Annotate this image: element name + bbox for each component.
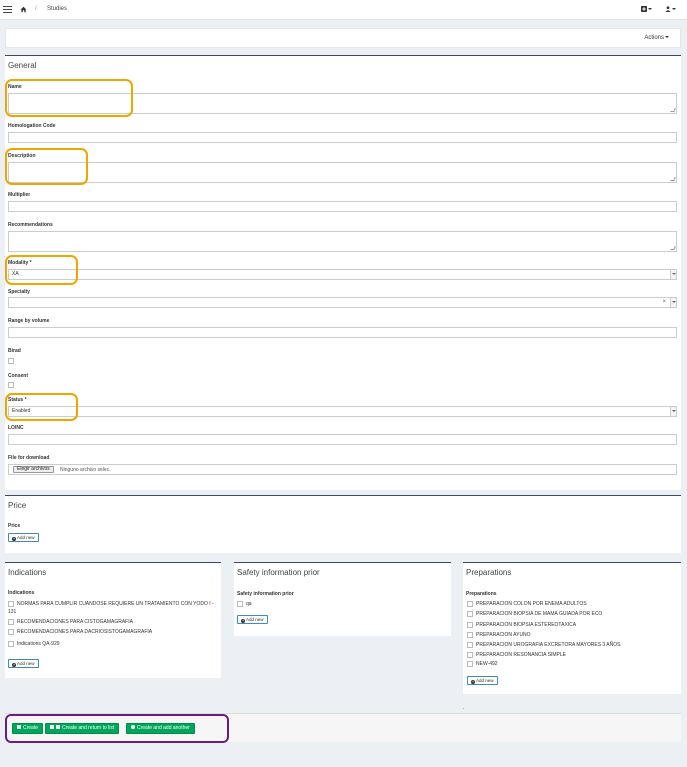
- preparations-add-new-label: Add new: [476, 678, 494, 683]
- status-select[interactable]: Enabled: [8, 406, 677, 417]
- price-box: Price Price + Add new: [5, 495, 681, 553]
- preparation-checkbox[interactable]: [467, 652, 473, 658]
- indication-checkbox[interactable]: [8, 619, 14, 625]
- indications-add-new-button[interactable]: + Add new: [8, 659, 39, 668]
- indication-checkbox[interactable]: [8, 641, 14, 647]
- plus-circle-icon: +: [12, 661, 16, 667]
- specialty-label: Specialty: [8, 289, 30, 295]
- indications-title: Indications: [8, 568, 47, 577]
- preparations-label: Preparations: [466, 591, 497, 597]
- actions-label: Actions: [644, 35, 664, 41]
- preparation-checkbox[interactable]: [467, 611, 473, 617]
- list-item-continuation: 131: [8, 609, 17, 615]
- indications-box: Indications Indications NORMAS PARA CUMP…: [5, 562, 221, 678]
- preparation-checkbox[interactable]: [467, 661, 473, 667]
- chevron-down-icon: [648, 8, 652, 10]
- add-menu-button[interactable]: [641, 6, 653, 14]
- recommendations-input[interactable]: [8, 231, 677, 252]
- breadcrumb-current[interactable]: Studies: [47, 6, 67, 12]
- consent-checkbox[interactable]: [8, 382, 14, 388]
- safety-add-new-button[interactable]: + Add new: [237, 615, 268, 624]
- preparations-add-new-button[interactable]: + Add new: [467, 676, 498, 685]
- file-upload-field: Elegir archivos Ninguno archivo selec.: [8, 464, 677, 475]
- choose-files-button[interactable]: Elegir archivos: [13, 466, 54, 473]
- plus-circle-icon: +: [471, 678, 475, 684]
- homologation-code-input[interactable]: [8, 132, 677, 143]
- plus-square-icon: [641, 6, 647, 12]
- breadcrumb-separator: /: [35, 6, 37, 12]
- actions-bar: Actions: [5, 28, 681, 48]
- indication-checkbox[interactable]: [8, 601, 14, 607]
- highlight-modality-field: [5, 255, 78, 285]
- menu-icon[interactable]: [3, 6, 12, 13]
- plus-circle-icon: +: [241, 617, 245, 623]
- safety-info-title: Safety information prior: [237, 568, 320, 577]
- highlight-description-field: [5, 148, 88, 185]
- indications-add-new-label: Add new: [17, 661, 35, 666]
- birad-label: Birad: [8, 348, 21, 354]
- modality-select[interactable]: XA: [8, 269, 677, 280]
- price-add-new-button[interactable]: + Add new: [8, 533, 39, 542]
- preparation-checkbox[interactable]: [467, 622, 473, 628]
- chevron-down-icon: [672, 8, 676, 10]
- description-input[interactable]: [8, 162, 677, 183]
- top-navbar: / Studies: [0, 0, 687, 20]
- specialty-select[interactable]: ×: [8, 297, 677, 308]
- highlight-create-buttons: [5, 714, 229, 743]
- preparation-checkbox[interactable]: [467, 632, 473, 638]
- actions-dropdown[interactable]: Actions: [644, 35, 669, 41]
- general-box: General Name Homologation Code Descripti…: [5, 55, 681, 490]
- indications-label: Indications: [8, 590, 35, 596]
- preparation-checkbox[interactable]: [467, 601, 473, 607]
- safety-info-box: Safety information prior Safety informat…: [234, 562, 451, 636]
- home-icon[interactable]: [20, 6, 27, 13]
- plus-circle-icon: +: [12, 535, 16, 541]
- preparations-title: Preparations: [466, 568, 512, 577]
- highlight-name-field: [5, 79, 133, 117]
- general-title: General: [8, 61, 37, 70]
- birad-checkbox[interactable]: [8, 358, 14, 364]
- safety-info-label: Safety information prior: [237, 591, 294, 597]
- chevron-down-icon: [665, 36, 669, 39]
- stray-dot: .: [463, 705, 465, 711]
- safety-add-new-label: Add new: [246, 617, 264, 622]
- highlight-status-field: [5, 393, 78, 421]
- range-by-volume-label: Range by volume: [8, 318, 50, 324]
- chevron-down-icon: [670, 407, 676, 416]
- price-title: Price: [8, 501, 27, 510]
- preparations-box: Preparations Preparations PREPARACION CO…: [463, 562, 681, 694]
- file-for-download-label: File for download: [8, 455, 50, 461]
- file-status-text: Ninguno archivo selec.: [60, 467, 111, 473]
- loinc-label: LOINC: [8, 425, 24, 431]
- chevron-down-icon: [670, 298, 676, 307]
- multiplier-input[interactable]: [8, 201, 677, 212]
- preparation-checkbox[interactable]: [467, 642, 473, 648]
- price-add-new-label: Add new: [17, 535, 35, 540]
- safety-checkbox[interactable]: [237, 601, 243, 607]
- user-icon: [665, 6, 671, 12]
- price-label: Price: [8, 523, 21, 529]
- consent-label: Consent: [8, 373, 28, 379]
- homologation-code-label: Homologation Code: [8, 123, 56, 129]
- indication-checkbox[interactable]: [8, 629, 14, 635]
- user-menu-button[interactable]: [665, 6, 677, 14]
- multiplier-label: Multiplier: [8, 192, 31, 198]
- chevron-down-icon: [670, 270, 676, 279]
- recommendations-label: Recommendations: [8, 222, 53, 228]
- clear-icon[interactable]: ×: [662, 298, 666, 307]
- loinc-input[interactable]: [8, 434, 677, 445]
- range-by-volume-input[interactable]: [8, 327, 677, 338]
